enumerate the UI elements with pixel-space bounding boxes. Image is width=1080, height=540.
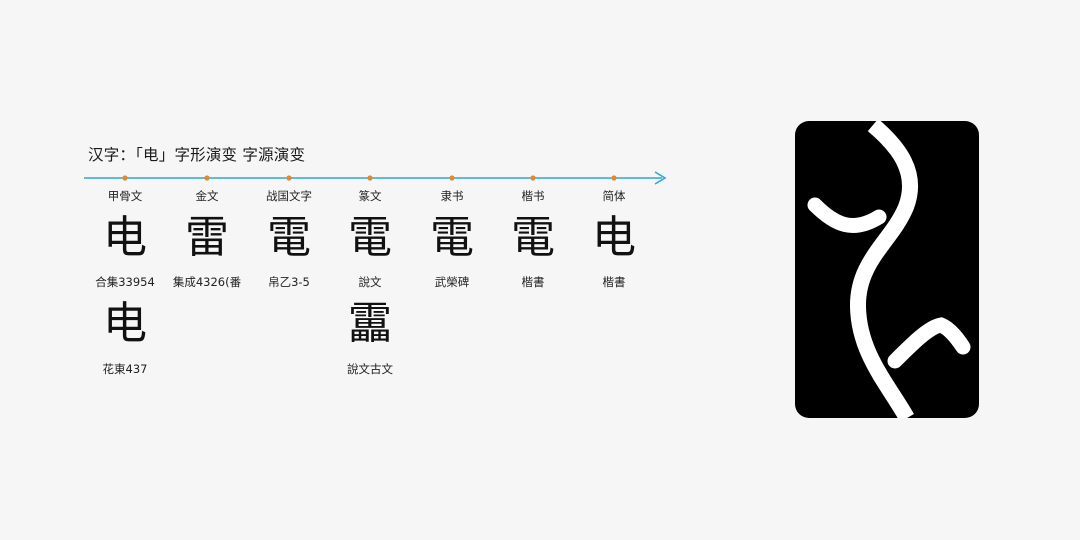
- stage-glyph: 电: [103, 212, 147, 263]
- timeline-tick: [204, 175, 210, 181]
- timeline-tick: [530, 175, 536, 181]
- stage-source-label: 帛乙3-5: [268, 275, 310, 289]
- stage-source-label: 武榮碑: [434, 275, 470, 289]
- stage-extra-glyph: 靁: [348, 298, 392, 349]
- lightning-emblem-icon: [795, 121, 979, 418]
- stage-source-label: 說文: [358, 275, 382, 289]
- stage-era-label: 简体: [602, 189, 626, 203]
- stage-source-label: 集成4326(番: [172, 275, 242, 289]
- stage-era-label: 篆文: [358, 189, 382, 203]
- timeline-tick: [367, 175, 373, 181]
- stage-glyph: 雷: [185, 212, 229, 263]
- stage-extra-source-label: 說文古文: [347, 362, 393, 376]
- stage-extra-glyph: 电: [103, 298, 147, 349]
- timeline-tick: [122, 175, 128, 181]
- stage-source-label: 楷書: [521, 275, 545, 289]
- stage-glyph: 電: [348, 212, 392, 263]
- stage-glyph: 電: [511, 212, 555, 263]
- stage-glyph: 电: [592, 212, 636, 263]
- stage-source-label: 合集33954: [95, 275, 155, 289]
- stage-era-label: 隶书: [440, 189, 464, 203]
- stage-era-label: 楷书: [521, 189, 545, 203]
- stage-era-label: 金文: [195, 189, 219, 203]
- stage-glyph: 電: [267, 212, 311, 263]
- timeline-tick: [449, 175, 455, 181]
- timeline-tick: [286, 175, 292, 181]
- stage-source-label: 楷書: [602, 275, 626, 289]
- timeline-tick: [611, 175, 617, 181]
- stage-extra-source-label: 花東437: [102, 362, 148, 376]
- stage-glyph: 電: [430, 212, 474, 263]
- stage-era-label: 甲骨文: [107, 189, 143, 203]
- stage-era-label: 战国文字: [266, 189, 312, 203]
